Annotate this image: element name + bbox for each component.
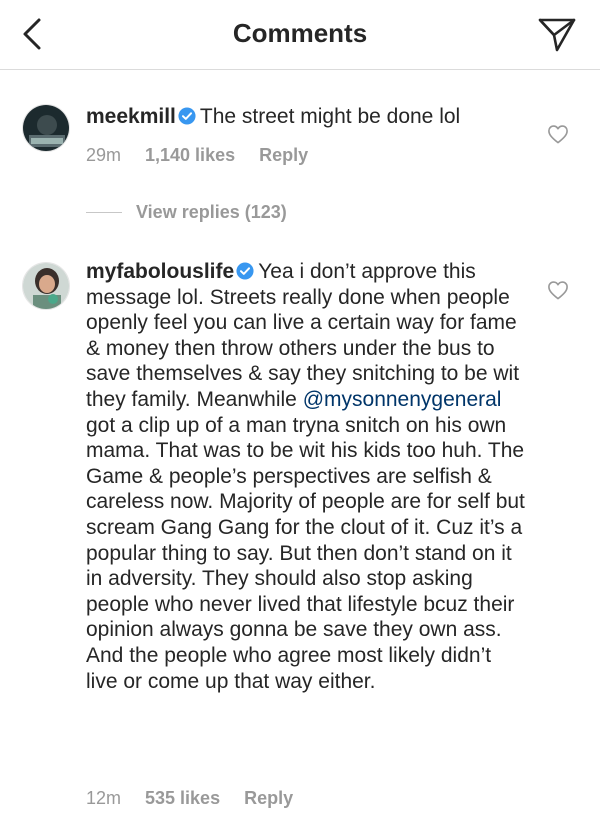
view-replies-button[interactable]: View replies (123) xyxy=(86,200,287,224)
comment-meta: 12m 535 likes Reply xyxy=(86,788,293,809)
reply-button[interactable]: Reply xyxy=(259,145,308,166)
avatar[interactable] xyxy=(22,262,70,310)
paper-plane-icon xyxy=(538,18,576,52)
divider-line xyxy=(86,211,122,213)
page-title: Comments xyxy=(232,18,368,48)
comment-text: meekmill The street might be done lol xyxy=(86,104,528,130)
comment-message-continued: got a clip up of a man tryna snitch on h… xyxy=(86,413,525,693)
view-replies-label: View replies (123) xyxy=(136,201,287,222)
timestamp: 12m xyxy=(86,788,122,808)
verified-badge-icon xyxy=(236,262,254,280)
comments-header: Comments xyxy=(0,0,600,70)
like-heart-icon[interactable] xyxy=(547,124,569,144)
share-button[interactable] xyxy=(534,12,580,58)
mention-link[interactable]: @mysonnenygeneral xyxy=(303,388,502,411)
comment-meta: 29m 1,140 likes Reply xyxy=(86,145,308,166)
likes-count[interactable]: 1,140 likes xyxy=(145,145,235,166)
timestamp: 29m xyxy=(86,145,122,165)
verified-badge-icon xyxy=(178,107,196,125)
likes-count[interactable]: 535 likes xyxy=(145,788,220,809)
comment-message: The street might be done lol xyxy=(199,105,461,128)
comment-text: myfabolouslife Yea i don’t approve this … xyxy=(86,259,528,694)
reply-button[interactable]: Reply xyxy=(244,788,293,809)
like-heart-icon[interactable] xyxy=(547,280,569,300)
avatar[interactable] xyxy=(22,104,70,152)
username[interactable]: myfabolouslife xyxy=(86,260,234,283)
username[interactable]: meekmill xyxy=(86,105,176,128)
